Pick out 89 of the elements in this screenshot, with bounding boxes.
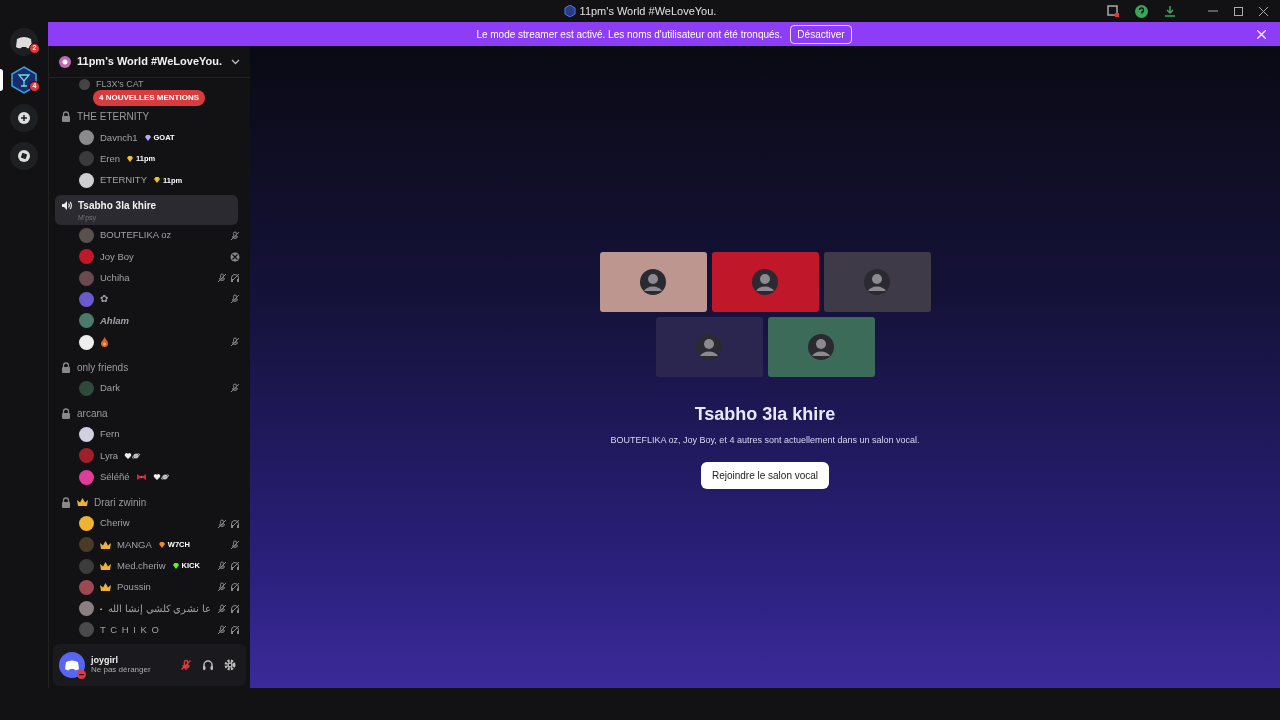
user-avatar[interactable]: [59, 652, 85, 678]
member-name: MANGA: [117, 537, 152, 552]
participant-tile[interactable]: [711, 252, 819, 312]
window-title: 11pm's World #WeLoveYou.: [579, 3, 717, 19]
join-voice-button[interactable]: Rejoindre le salon vocal: [700, 461, 830, 489]
avatar: [696, 334, 722, 360]
member-row[interactable]: Lyra: [49, 445, 244, 467]
username: joygirl: [91, 655, 119, 665]
avatar: [864, 269, 890, 295]
lock-icon: [61, 407, 71, 419]
member-row[interactable]: Poussin: [49, 576, 244, 599]
member-name: Med.cheriw: [117, 558, 166, 573]
avatar: [640, 269, 666, 295]
avatar[interactable]: [79, 172, 94, 188]
lock-icon: [61, 361, 71, 373]
chevron-down-icon[interactable]: [231, 58, 240, 65]
server-logo-icon: [563, 5, 576, 17]
member-name: ETERNITY: [100, 173, 147, 188]
participant-tile[interactable]: [767, 317, 875, 377]
inbox-icon[interactable]: [1107, 5, 1119, 17]
participant-tile[interactable]: [823, 252, 931, 312]
close-icon[interactable]: [1259, 6, 1268, 16]
dnd-status-icon: [77, 670, 86, 679]
member-name: Davnch1: [100, 130, 138, 145]
member-name: T C H I K O: [100, 622, 160, 637]
channel-name: Drari zwinin: [94, 495, 147, 510]
compass-icon[interactable]: [10, 142, 38, 170]
server-name[interactable]: 11pm's World #WeLoveYou.: [77, 53, 223, 70]
flame-icon: [100, 337, 109, 347]
member-name: Poussin: [117, 580, 151, 595]
member-row[interactable]: Cheriw: [49, 512, 244, 535]
channel-title: Tsabho 3la khire: [694, 403, 836, 426]
channel-name: Tsabho 3la khire: [78, 198, 157, 213]
maximize-icon[interactable]: [1234, 6, 1243, 16]
avatar[interactable]: [79, 516, 94, 531]
avatar[interactable]: [79, 427, 94, 443]
participant-tile[interactable]: [655, 317, 763, 377]
member-row[interactable]: عا نشري كلشي إنشا الله: [49, 598, 244, 620]
help-icon[interactable]: [1135, 4, 1148, 18]
member-name[interactable]: FL3X's CAT: [96, 79, 144, 89]
member-row[interactable]: Fern: [49, 423, 244, 446]
member-name: Lyra: [100, 448, 119, 463]
channel-name: only friends: [77, 360, 129, 375]
member-name: Dark: [100, 381, 121, 396]
server-icon: [59, 55, 71, 68]
member-row[interactable]: Uchiha: [49, 267, 244, 289]
member-name: Séléñé: [100, 470, 130, 485]
member-name: عا نشري كلشي إنشا الله: [108, 601, 211, 616]
add-server-icon[interactable]: [10, 104, 38, 132]
avatar: [808, 334, 834, 360]
mentions-pill[interactable]: 4 NOUVELLES MENTIONS: [93, 90, 205, 106]
participant-tile[interactable]: [599, 252, 707, 312]
user-status: Ne pas déranger: [91, 665, 151, 675]
member-name: ✿: [100, 292, 108, 307]
member-row[interactable]: ✿: [49, 288, 244, 311]
member-name: Ahlam: [100, 313, 130, 328]
member-name: Eren: [100, 151, 121, 166]
banner-text: Le mode streamer est activé. Les noms d'utilisateur ont été tronqués.: [476, 27, 783, 42]
lock-icon: [61, 496, 71, 508]
avatar: [752, 269, 778, 295]
voice-channel[interactable]: Drari zwinin: [55, 491, 238, 513]
headphones-icon[interactable]: [202, 659, 214, 671]
member-name: BOUTEFLIKA oz: [100, 228, 172, 243]
channel-name: arcana: [77, 406, 108, 421]
member-name: Uchiha: [100, 271, 130, 285]
server-icon[interactable]: [10, 66, 38, 94]
member-name: Fern: [100, 427, 120, 442]
lock-icon: [61, 111, 71, 122]
member-row[interactable]: BOUTEFLIKA oz: [49, 224, 244, 247]
home-icon[interactable]: [10, 28, 38, 56]
avatar: [79, 78, 90, 90]
member-row[interactable]: Dark: [49, 377, 244, 399]
voice-channel[interactable]: only friends: [55, 356, 238, 378]
channel-name: THE ETERNITY: [77, 110, 150, 124]
speaker-icon: [61, 199, 72, 211]
settings-icon[interactable]: [224, 659, 236, 671]
voice-channel[interactable]: arcana: [55, 402, 238, 424]
mic-muted-icon[interactable]: [180, 659, 192, 671]
member-row[interactable]: Ahlam: [49, 310, 244, 332]
member-row[interactable]: T C H I K O: [49, 619, 244, 641]
avatar[interactable]: [79, 334, 94, 350]
member-name: Joy Boy: [100, 249, 134, 264]
member-name: Cheriw: [100, 516, 130, 531]
member-row[interactable]: Séléñé: [49, 466, 244, 488]
channel-description: BOUTEFLIKA oz, Joy Boy, et 4 autres sont actuellement dans un salon vocal.: [610, 434, 920, 447]
member-row[interactable]: Joy Boy: [49, 246, 244, 268]
deactivate-button[interactable]: Désactiver: [790, 24, 852, 44]
voice-channel[interactable]: THE ETERNITY: [55, 106, 238, 127]
download-icon[interactable]: [1164, 5, 1176, 17]
